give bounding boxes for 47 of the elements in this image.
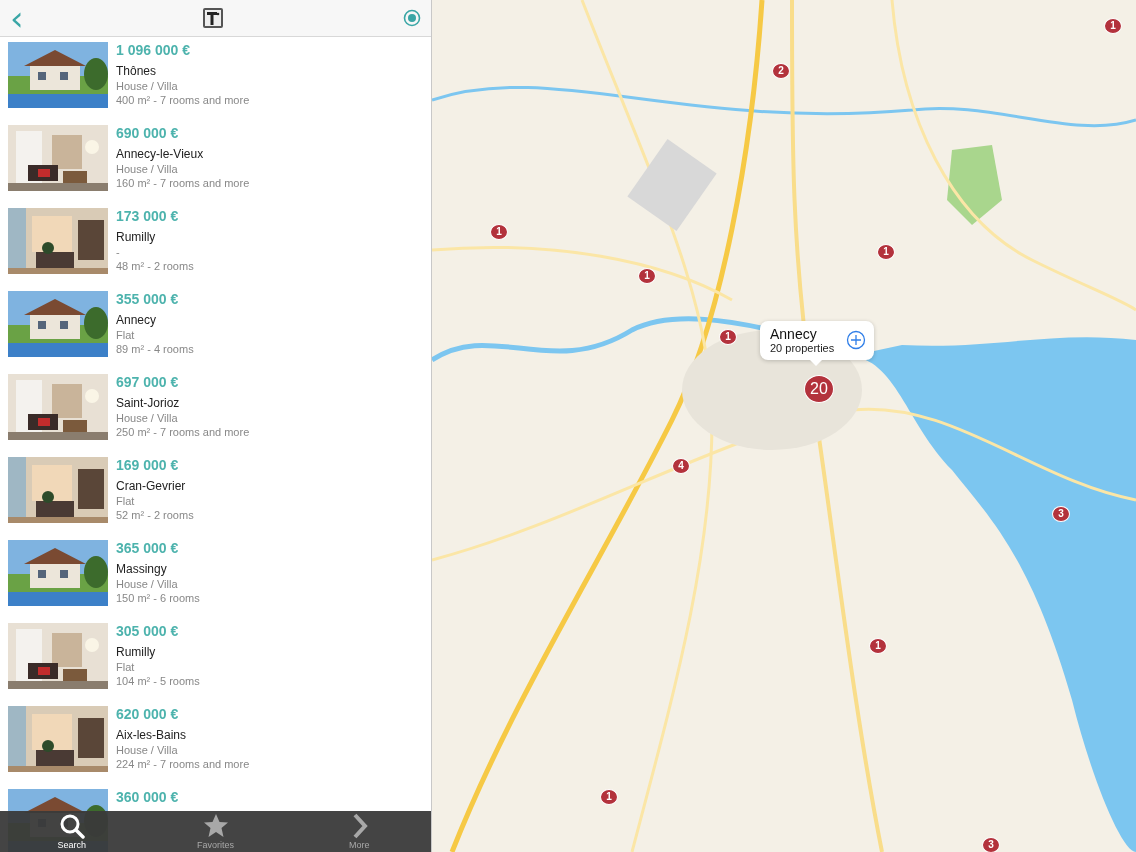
property-details: 400 m² - 7 rooms and more <box>116 93 250 107</box>
property-type: Flat <box>116 494 136 508</box>
property-type: Flat <box>116 328 136 342</box>
town-name: Annecy <box>116 313 158 328</box>
town-name: Massingy <box>116 562 168 577</box>
property-type: - <box>116 245 121 259</box>
property-type: House / Villa <box>116 162 179 176</box>
property-type: House / Villa <box>116 743 179 757</box>
town-name: Rumilly <box>116 645 157 660</box>
property-type: House / Villa <box>116 577 179 591</box>
price: 355 000 € <box>116 291 180 309</box>
property-type: House / Villa <box>116 79 179 93</box>
settings-icon[interactable] <box>403 9 421 27</box>
property-details: 52 m² - 2 rooms <box>116 508 194 522</box>
price: 365 000 € <box>116 540 180 558</box>
tab[interactable]: Search <box>0 811 144 852</box>
town-name: Rumilly <box>116 230 157 245</box>
property-type: House / Villa <box>116 411 179 425</box>
price: 690 000 € <box>116 125 180 143</box>
price: 169 000 € <box>116 457 180 475</box>
tab[interactable]: More <box>287 811 431 852</box>
property-details: 150 m² - 6 rooms <box>116 591 200 605</box>
price: 697 000 € <box>116 374 180 392</box>
tab[interactable]: Favorites <box>143 811 288 852</box>
town-name: Thônes <box>116 64 158 79</box>
property-details: 48 m² - 2 rooms <box>116 259 194 273</box>
price: 305 000 € <box>116 623 180 641</box>
town-name: Cran-Gevrier <box>116 479 187 494</box>
property-details: 104 m² - 5 rooms <box>116 674 200 688</box>
property-details: 250 m² - 7 rooms and more <box>116 425 250 439</box>
logo-icon <box>203 8 224 28</box>
property-details: 160 m² - 7 rooms and more <box>116 176 250 190</box>
property-details: 224 m² - 7 rooms and more <box>116 757 250 771</box>
star-icon <box>202 813 229 839</box>
price: 1 096 000 € <box>116 42 191 60</box>
price: 620 000 € <box>116 706 180 724</box>
search-icon <box>58 813 85 839</box>
callout-subtitle: 20 properties <box>770 342 835 354</box>
callout-title: Annecy <box>770 326 818 342</box>
town-name: Annecy-le-Vieux <box>116 147 205 162</box>
price: 360 000 € <box>116 789 179 807</box>
town-name: Aix-les-Bains <box>116 728 188 743</box>
town-name: Saint-Jorioz <box>116 396 181 411</box>
property-details: 89 m² - 4 rooms <box>116 342 194 356</box>
property-type: Flat <box>116 660 136 674</box>
add-icon[interactable] <box>846 330 867 350</box>
price: 173 000 € <box>116 208 180 226</box>
